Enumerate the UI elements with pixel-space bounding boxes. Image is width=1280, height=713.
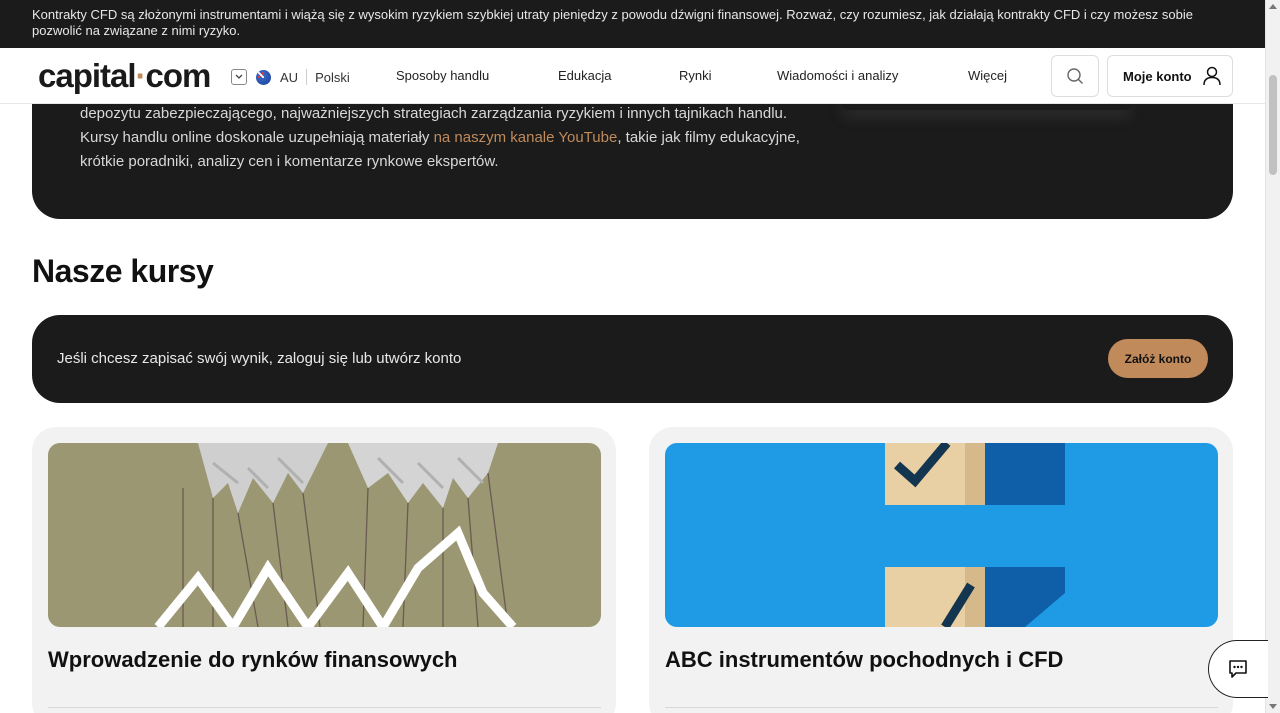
nav-edukacja[interactable]: Edukacja xyxy=(558,68,611,83)
scroll-up-arrow-icon[interactable] xyxy=(1269,4,1277,9)
login-prompt-text: Jeśli chcesz zapisać swój wynik, zaloguj… xyxy=(57,350,462,367)
card-divider xyxy=(48,707,601,708)
user-icon xyxy=(1202,66,1221,86)
site-header: capital·com AU Polski Sposoby handlu Edu… xyxy=(0,48,1265,104)
chat-icon xyxy=(1229,660,1247,678)
course-image-checkboxes xyxy=(665,443,1218,627)
capital-com-logo[interactable]: capital·com xyxy=(38,58,211,94)
scroll-down-arrow-icon[interactable] xyxy=(1269,704,1277,709)
australia-flag-icon xyxy=(256,69,271,85)
region-separator xyxy=(306,69,308,85)
language-label: Polski xyxy=(315,69,350,85)
card-divider xyxy=(665,707,1218,708)
chevron-down-icon xyxy=(231,69,247,85)
nav-wiadomosci-i-analizy[interactable]: Wiadomości i analizy xyxy=(777,68,898,83)
youtube-channel-link[interactable]: na naszym kanale YouTube xyxy=(434,129,618,146)
course-card[interactable]: Wprowadzenie do rynków finansowych xyxy=(32,427,616,713)
my-account-button[interactable]: Moje konto xyxy=(1107,55,1233,97)
nav-sposoby-handlu[interactable]: Sposoby handlu xyxy=(396,68,489,83)
course-title[interactable]: Wprowadzenie do rynków finansowych xyxy=(48,647,458,673)
risk-warning-banner: Kontrakty CFD są złożonymi instrumentami… xyxy=(0,0,1265,48)
region-code: AU xyxy=(280,69,299,85)
page-scrollbar[interactable] xyxy=(1265,0,1280,713)
nav-wiecej[interactable]: Więcej xyxy=(968,68,1007,83)
chat-support-button[interactable] xyxy=(1208,640,1268,698)
region-language-selector[interactable]: AU Polski xyxy=(231,68,350,86)
search-button[interactable] xyxy=(1051,55,1099,97)
course-image-puppet-hands xyxy=(48,443,601,627)
search-icon xyxy=(1067,68,1083,84)
intro-text: depozytu zabezpieczającego, najważniejsz… xyxy=(80,105,800,170)
course-title[interactable]: ABC instrumentów pochodnych i CFD xyxy=(665,647,1063,673)
login-prompt-bar: Jeśli chcesz zapisać swój wynik, zaloguj… xyxy=(32,315,1233,403)
my-account-label: Moje konto xyxy=(1123,68,1192,84)
nav-rynki[interactable]: Rynki xyxy=(679,68,712,83)
course-card[interactable]: ABC instrumentów pochodnych i CFD xyxy=(649,427,1233,713)
scrollbar-thumb[interactable] xyxy=(1269,75,1277,175)
page-title: Nasze kursy xyxy=(32,253,214,289)
create-account-button[interactable]: Załóż konto xyxy=(1108,339,1208,378)
risk-warning-text: Kontrakty CFD są złożonymi instrumentami… xyxy=(32,7,1193,38)
